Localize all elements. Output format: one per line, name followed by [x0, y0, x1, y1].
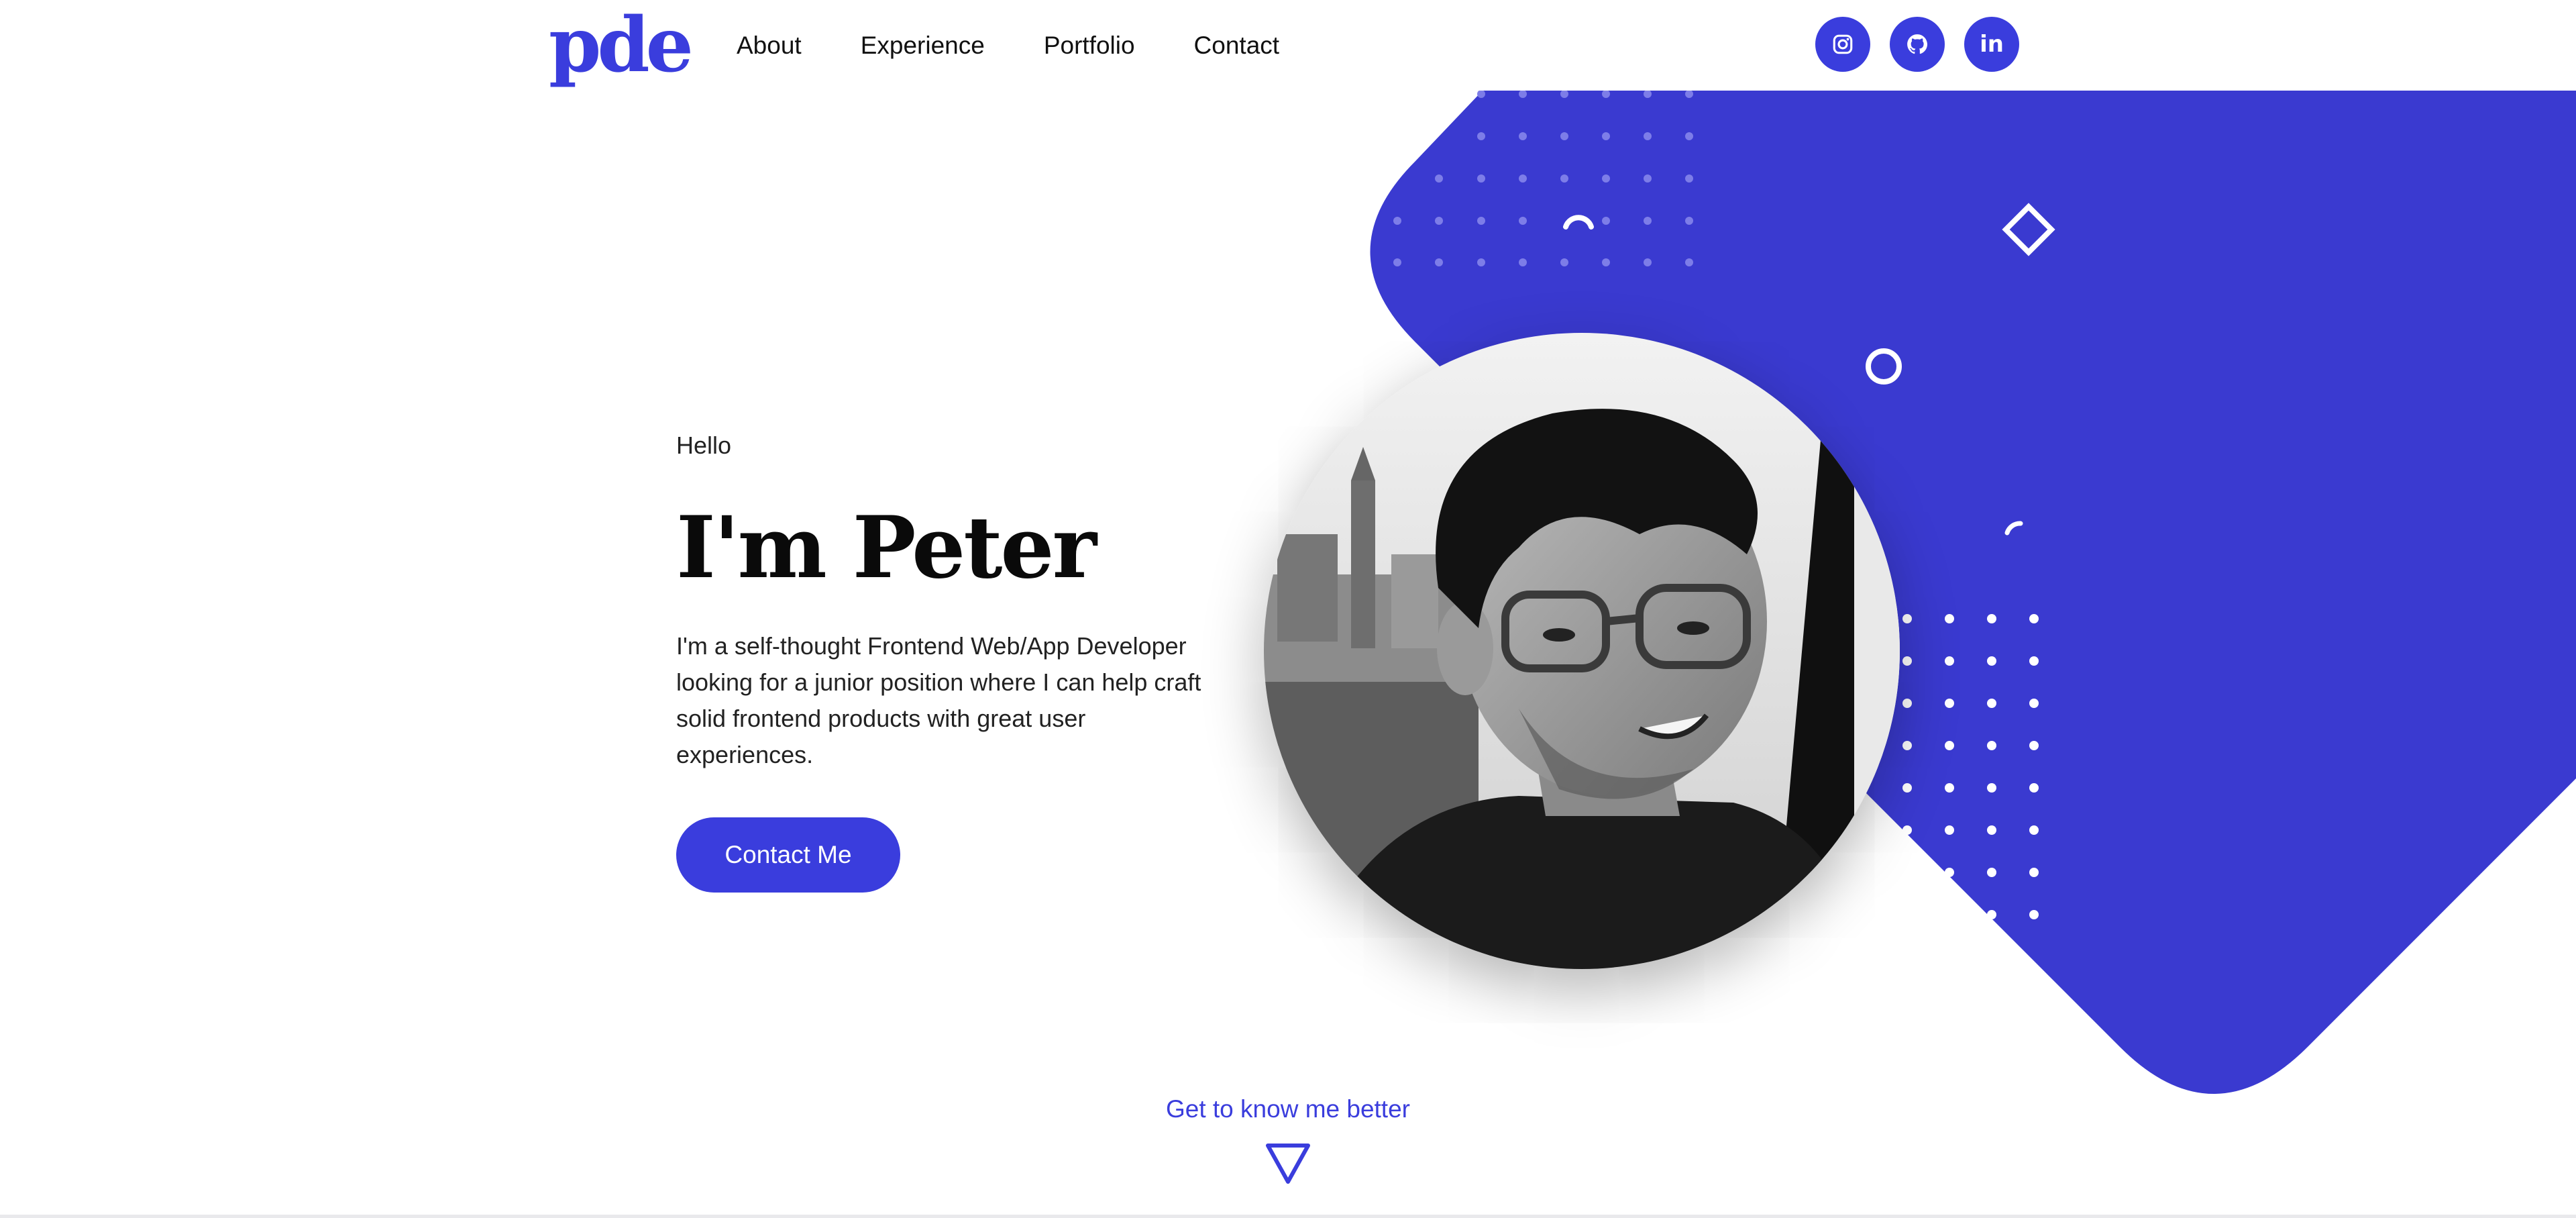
- hero-title: I'm Peter: [676, 498, 1097, 597]
- greeting: Hello: [676, 432, 732, 459]
- instagram-icon: [1833, 34, 1853, 54]
- logo[interactable]: pde: [549, 5, 694, 86]
- get-to-know-me-link[interactable]: Get to know me better: [0, 1095, 2576, 1123]
- github-icon: [1907, 34, 1928, 54]
- github-button[interactable]: [1890, 17, 1945, 72]
- main-nav: About Experience Portfolio Contact: [737, 28, 1338, 63]
- hero-intro: Hello I'm Peter I'm a self-thought Front…: [676, 429, 1240, 893]
- section-divider: [0, 1215, 2576, 1218]
- linkedin-button[interactable]: in: [1964, 17, 2019, 72]
- instagram-button[interactable]: [1815, 17, 1870, 72]
- page: pde About Experience Portfolio Contact i…: [0, 0, 2576, 1218]
- linkedin-icon: in: [1980, 31, 2004, 58]
- portrait-illustration: [1264, 333, 1900, 969]
- site-header: pde About Experience Portfolio Contact i…: [0, 0, 2576, 91]
- nav-link-about[interactable]: About: [737, 28, 802, 63]
- nav-link-contact[interactable]: Contact: [1194, 28, 1280, 63]
- hero-description: I'm a self-thought Frontend Web/App Deve…: [676, 632, 1201, 768]
- contact-me-button[interactable]: Contact Me: [676, 817, 900, 893]
- nav-link-portfolio[interactable]: Portfolio: [1044, 28, 1135, 63]
- nav-link-experience[interactable]: Experience: [861, 28, 985, 63]
- profile-photo: [1264, 333, 1900, 969]
- down-triangle-icon[interactable]: [1265, 1143, 1311, 1184]
